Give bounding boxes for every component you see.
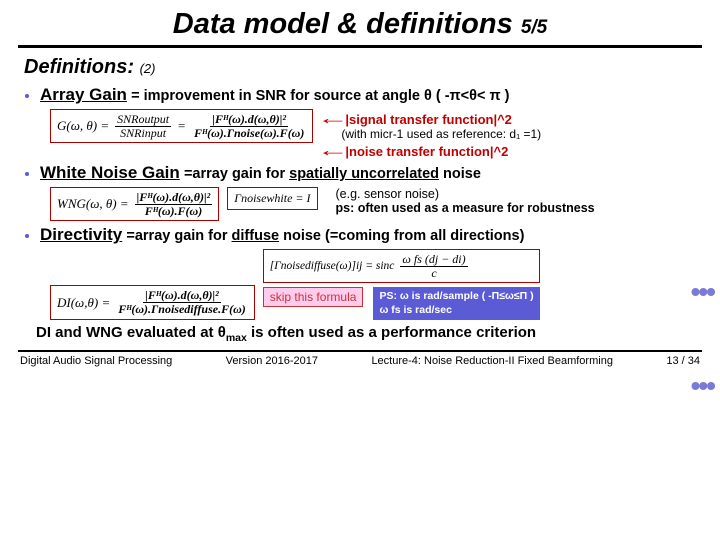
ag-annot-signal: |signal transfer function|^2 (345, 112, 512, 127)
wng-note2: ps: often used as a measure for robustne… (336, 201, 595, 215)
wng-gamma-box: Γnoisewhite = I (227, 187, 317, 210)
closing-statement: DI and WNG evaluated at θmax is often us… (36, 324, 702, 344)
di-sinc-box: [Γnoisediffuse(ω)]ij = sinc ω fs (dj − d… (263, 249, 540, 283)
desc-array-gain: = improvement in SNR for source at angle… (131, 88, 509, 104)
ag-annot-noise: |noise transfer function|^2 (345, 144, 508, 159)
footer-left: Digital Audio Signal Processing (20, 355, 172, 367)
term-directivity: Directivity (40, 225, 122, 244)
di-lhs: DI(ω,θ) = (57, 295, 110, 311)
term-wng: White Noise Gain (40, 163, 180, 182)
formula-box-wng: WNG(ω, θ) = |Fᴴ(ω).d(ω,θ)|² Fᴴ(ω).F(ω) (50, 187, 219, 221)
wng-lhs: WNG(ω, θ) = (57, 196, 129, 212)
decorative-dots: ••• (691, 284, 714, 301)
footer-right: Lecture-4: Noise Reduction-II Fixed Beam… (371, 355, 613, 367)
item-directivity: Directivity =array gain for diffuse nois… (40, 225, 702, 319)
ag-frac-main: |Fᴴ(ω).d(ω,θ)|² Fᴴ(ω).Γnoise(ω).F(ω) (192, 113, 306, 139)
formula-directivity: DI(ω,θ) = |Fᴴ(ω).d(ω,θ)|² Fᴴ(ω).Γnoisedi… (50, 249, 702, 319)
section-sub: (2) (140, 61, 156, 76)
footer: Digital Audio Signal Processing Version … (18, 355, 702, 367)
desc-wng: =array gain for spatially uncorrelated n… (184, 166, 481, 182)
di-frac: |Fᴴ(ω).d(ω,θ)|² Fᴴ(ω).Γnoisediffuse.F(ω) (116, 289, 248, 315)
title-main: Data model & definitions (173, 8, 513, 40)
decorative-dots: ••• (691, 378, 714, 395)
term-array-gain: Array Gain (40, 85, 127, 104)
section-heading: Definitions: (2) (24, 56, 702, 79)
slide: Data model & definitions 5/5 Definitions… (0, 0, 720, 540)
desc-directivity: =array gain for diffuse noise (=coming f… (126, 228, 524, 244)
wng-frac: |Fᴴ(ω).d(ω,θ)|² Fᴴ(ω).F(ω) (135, 191, 213, 217)
section-label: Definitions: (24, 56, 134, 78)
wng-notes: (e.g. sensor noise) ps: often used as a … (326, 187, 595, 215)
item-array-gain: Array Gain = improvement in SNR for sour… (40, 85, 702, 159)
item-white-noise-gain: White Noise Gain =array gain for spatial… (40, 163, 702, 221)
di-sinc-frac: ω fs (dj − di) c (400, 253, 467, 279)
footer-mid: Version 2016-2017 (226, 355, 318, 367)
ag-frac-snr: SNRoutput SNRinput (115, 113, 171, 139)
page-title: Data model & definitions 5/5 (18, 8, 702, 41)
title-part: 5/5 (521, 17, 547, 38)
ag-annot-ref: (with micr-1 used as reference: d₁ =1) (321, 127, 541, 141)
footer-rule (18, 350, 702, 352)
formula-box-array-gain: G(ω, θ) = SNRoutput SNRinput = |Fᴴ(ω).d(… (50, 109, 313, 143)
di-right-block: [Γnoisediffuse(ω)]ij = sinc ω fs (dj − d… (263, 249, 540, 319)
ps-omega-box: PS: ω is rad/sample ( -Π≤ω≤Π ) ω fs is r… (373, 287, 539, 319)
arrow-icon: ← (312, 141, 355, 159)
ag-annotations: ←|signal transfer function|^2 (with micr… (321, 109, 541, 159)
formula-wng: WNG(ω, θ) = |Fᴴ(ω).d(ω,θ)|² Fᴴ(ω).F(ω) Γ… (50, 187, 702, 221)
footer-page: 13 / 34 (666, 355, 700, 367)
definition-list: Array Gain = improvement in SNR for sour… (22, 85, 702, 320)
formula-array-gain: G(ω, θ) = SNRoutput SNRinput = |Fᴴ(ω).d(… (50, 109, 702, 159)
wng-note1: (e.g. sensor noise) (336, 187, 595, 201)
arrow-icon: ← (312, 109, 355, 127)
ag-lhs: G(ω, θ) = (57, 118, 109, 134)
skip-formula-callout: skip this formula (263, 287, 364, 307)
title-rule (18, 45, 702, 48)
formula-box-di: DI(ω,θ) = |Fᴴ(ω).d(ω,θ)|² Fᴴ(ω).Γnoisedi… (50, 285, 255, 319)
